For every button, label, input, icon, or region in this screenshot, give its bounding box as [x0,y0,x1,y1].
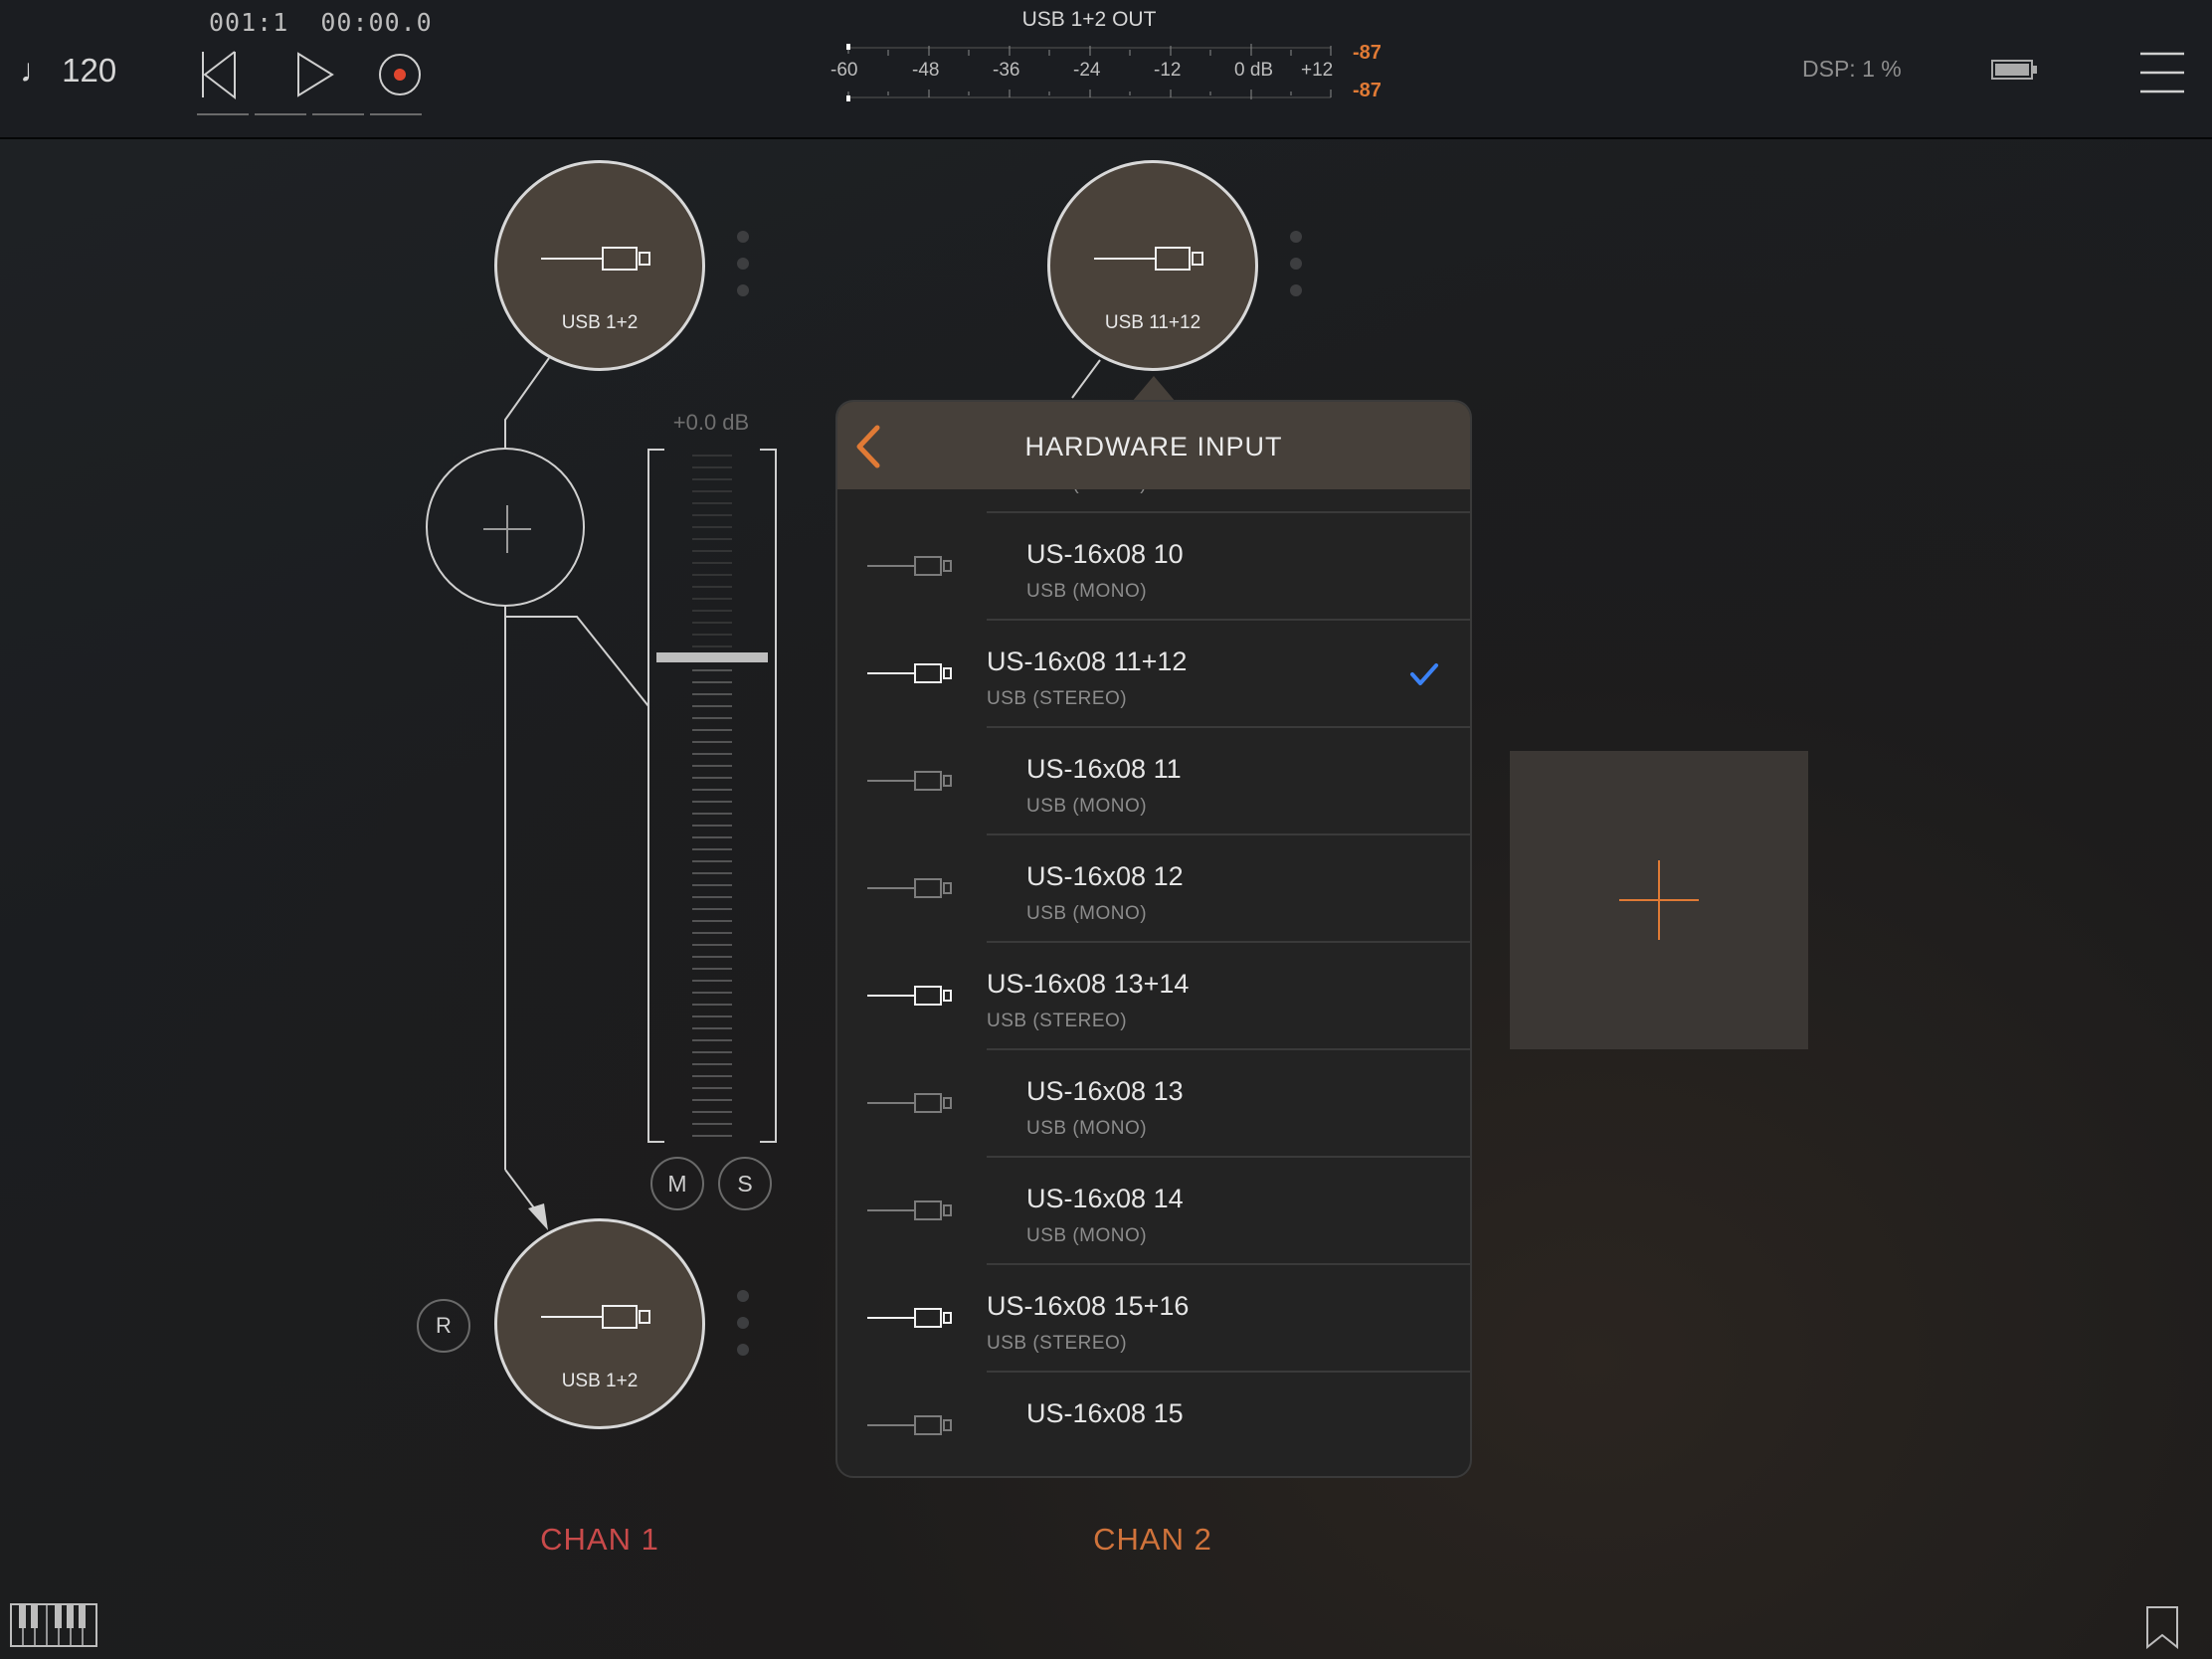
chan1-output-options-dot[interactable] [737,1317,749,1329]
input-name: US-16x08 11 [1026,754,1182,784]
usb-plug-icon [541,1305,650,1329]
fader-db-readout: +0.0 dB [672,410,750,435]
chan2-options-dot[interactable] [1290,231,1302,243]
popover-title: HARDWARE INPUT [1024,432,1283,461]
usb-plug-icon [867,771,952,791]
usb-plug-icon [867,1093,952,1113]
popover-arrow [1132,376,1176,402]
chan1-output-label: USB 1+2 [561,1371,639,1391]
chan2-options-dot[interactable] [1290,258,1302,270]
input-list-item[interactable]: US-16x08 11 USB (MONO) [837,728,1470,835]
input-type: USB (STEREO) [987,1333,1128,1354]
usb-plug-icon [867,663,952,683]
input-list-item[interactable]: US-16x08 10 USB (MONO) [837,513,1470,621]
plus-icon [1619,860,1699,940]
record-arm-button[interactable]: R [417,1299,470,1353]
input-type: USB (MONO) [1026,1118,1148,1139]
chan1-output-knob[interactable]: USB 1+2 [494,1218,705,1429]
chan1-input-label: USB 1+2 [561,312,639,333]
chan1-output-options-dot[interactable] [737,1344,749,1356]
add-channel-button[interactable] [1510,751,1808,1049]
input-name: US-16x08 12 [1026,861,1184,891]
input-list-item[interactable]: US-16x08 13 USB (MONO) [837,1050,1470,1158]
bookmark-icon[interactable] [2144,1605,2180,1654]
usb-plug-icon [541,247,650,271]
input-list-item[interactable]: US-16x08 15 [837,1373,1470,1476]
chan2-name[interactable]: CHAN 2 [1053,1522,1252,1558]
usb-plug-icon [867,556,952,576]
input-type: USB (STEREO) [987,688,1128,709]
chan1-options-dot[interactable] [737,284,749,296]
chan2-options-dot[interactable] [1290,284,1302,296]
input-list-item[interactable]: US-16x08 15+16 USB (STEREO) [837,1265,1470,1373]
input-type: USB (MONO) [1026,903,1148,924]
usb-plug-icon [867,986,952,1006]
usb-plug-icon [867,1200,952,1220]
input-name: US-16x08 15 [1026,1398,1184,1428]
input-type: USB (MONO) [1026,1225,1148,1246]
popover-header: HARDWARE INPUT [837,402,1470,489]
input-name: US-16x08 13 [1026,1076,1184,1106]
input-name: US-16x08 10 [1026,539,1184,569]
solo-button[interactable]: S [718,1157,772,1210]
hardware-input-popover: US-16x08 9USB (MONO)US-16x08 10USB (MONO… [835,400,1472,1478]
input-name: US-16x08 11+12 [987,646,1188,676]
input-name: US-16x08 15+16 [987,1291,1190,1321]
input-list-item[interactable]: US-16x08 11+12 USB (STEREO) [837,621,1470,728]
chan2-input-knob[interactable]: USB 11+12 [1047,160,1258,371]
plus-icon [483,505,531,553]
usb-plug-icon [867,1308,952,1328]
mute-button[interactable]: M [650,1157,704,1210]
input-name: US-16x08 13+14 [987,969,1190,999]
usb-plug-icon [867,1415,952,1435]
usb-plug-icon [1094,247,1203,271]
chan1-input-knob[interactable]: USB 1+2 [494,160,705,371]
chan1-name[interactable]: CHAN 1 [500,1522,699,1558]
checkmark-icon [1410,663,1438,685]
input-list-item[interactable]: US-16x08 14 USB (MONO) [837,1158,1470,1265]
input-type: USB (MONO) [1026,581,1148,602]
usb-plug-icon [867,878,952,898]
chan1-options-dot[interactable] [737,258,749,270]
volume-fader[interactable] [646,448,778,1144]
input-list-item[interactable]: US-16x08 12 USB (MONO) [837,835,1470,943]
chan1-output-options-dot[interactable] [737,1290,749,1302]
piano-keyboard-icon[interactable] [10,1603,99,1652]
chan1-options-dot[interactable] [737,231,749,243]
input-type: USB (STEREO) [987,1011,1128,1031]
chan2-input-label: USB 11+12 [1104,312,1201,333]
add-insert-button[interactable] [426,448,585,607]
input-list-item[interactable]: US-16x08 13+14 USB (STEREO) [837,943,1470,1050]
input-name: US-16x08 14 [1026,1184,1184,1213]
input-type: USB (MONO) [1026,796,1148,817]
